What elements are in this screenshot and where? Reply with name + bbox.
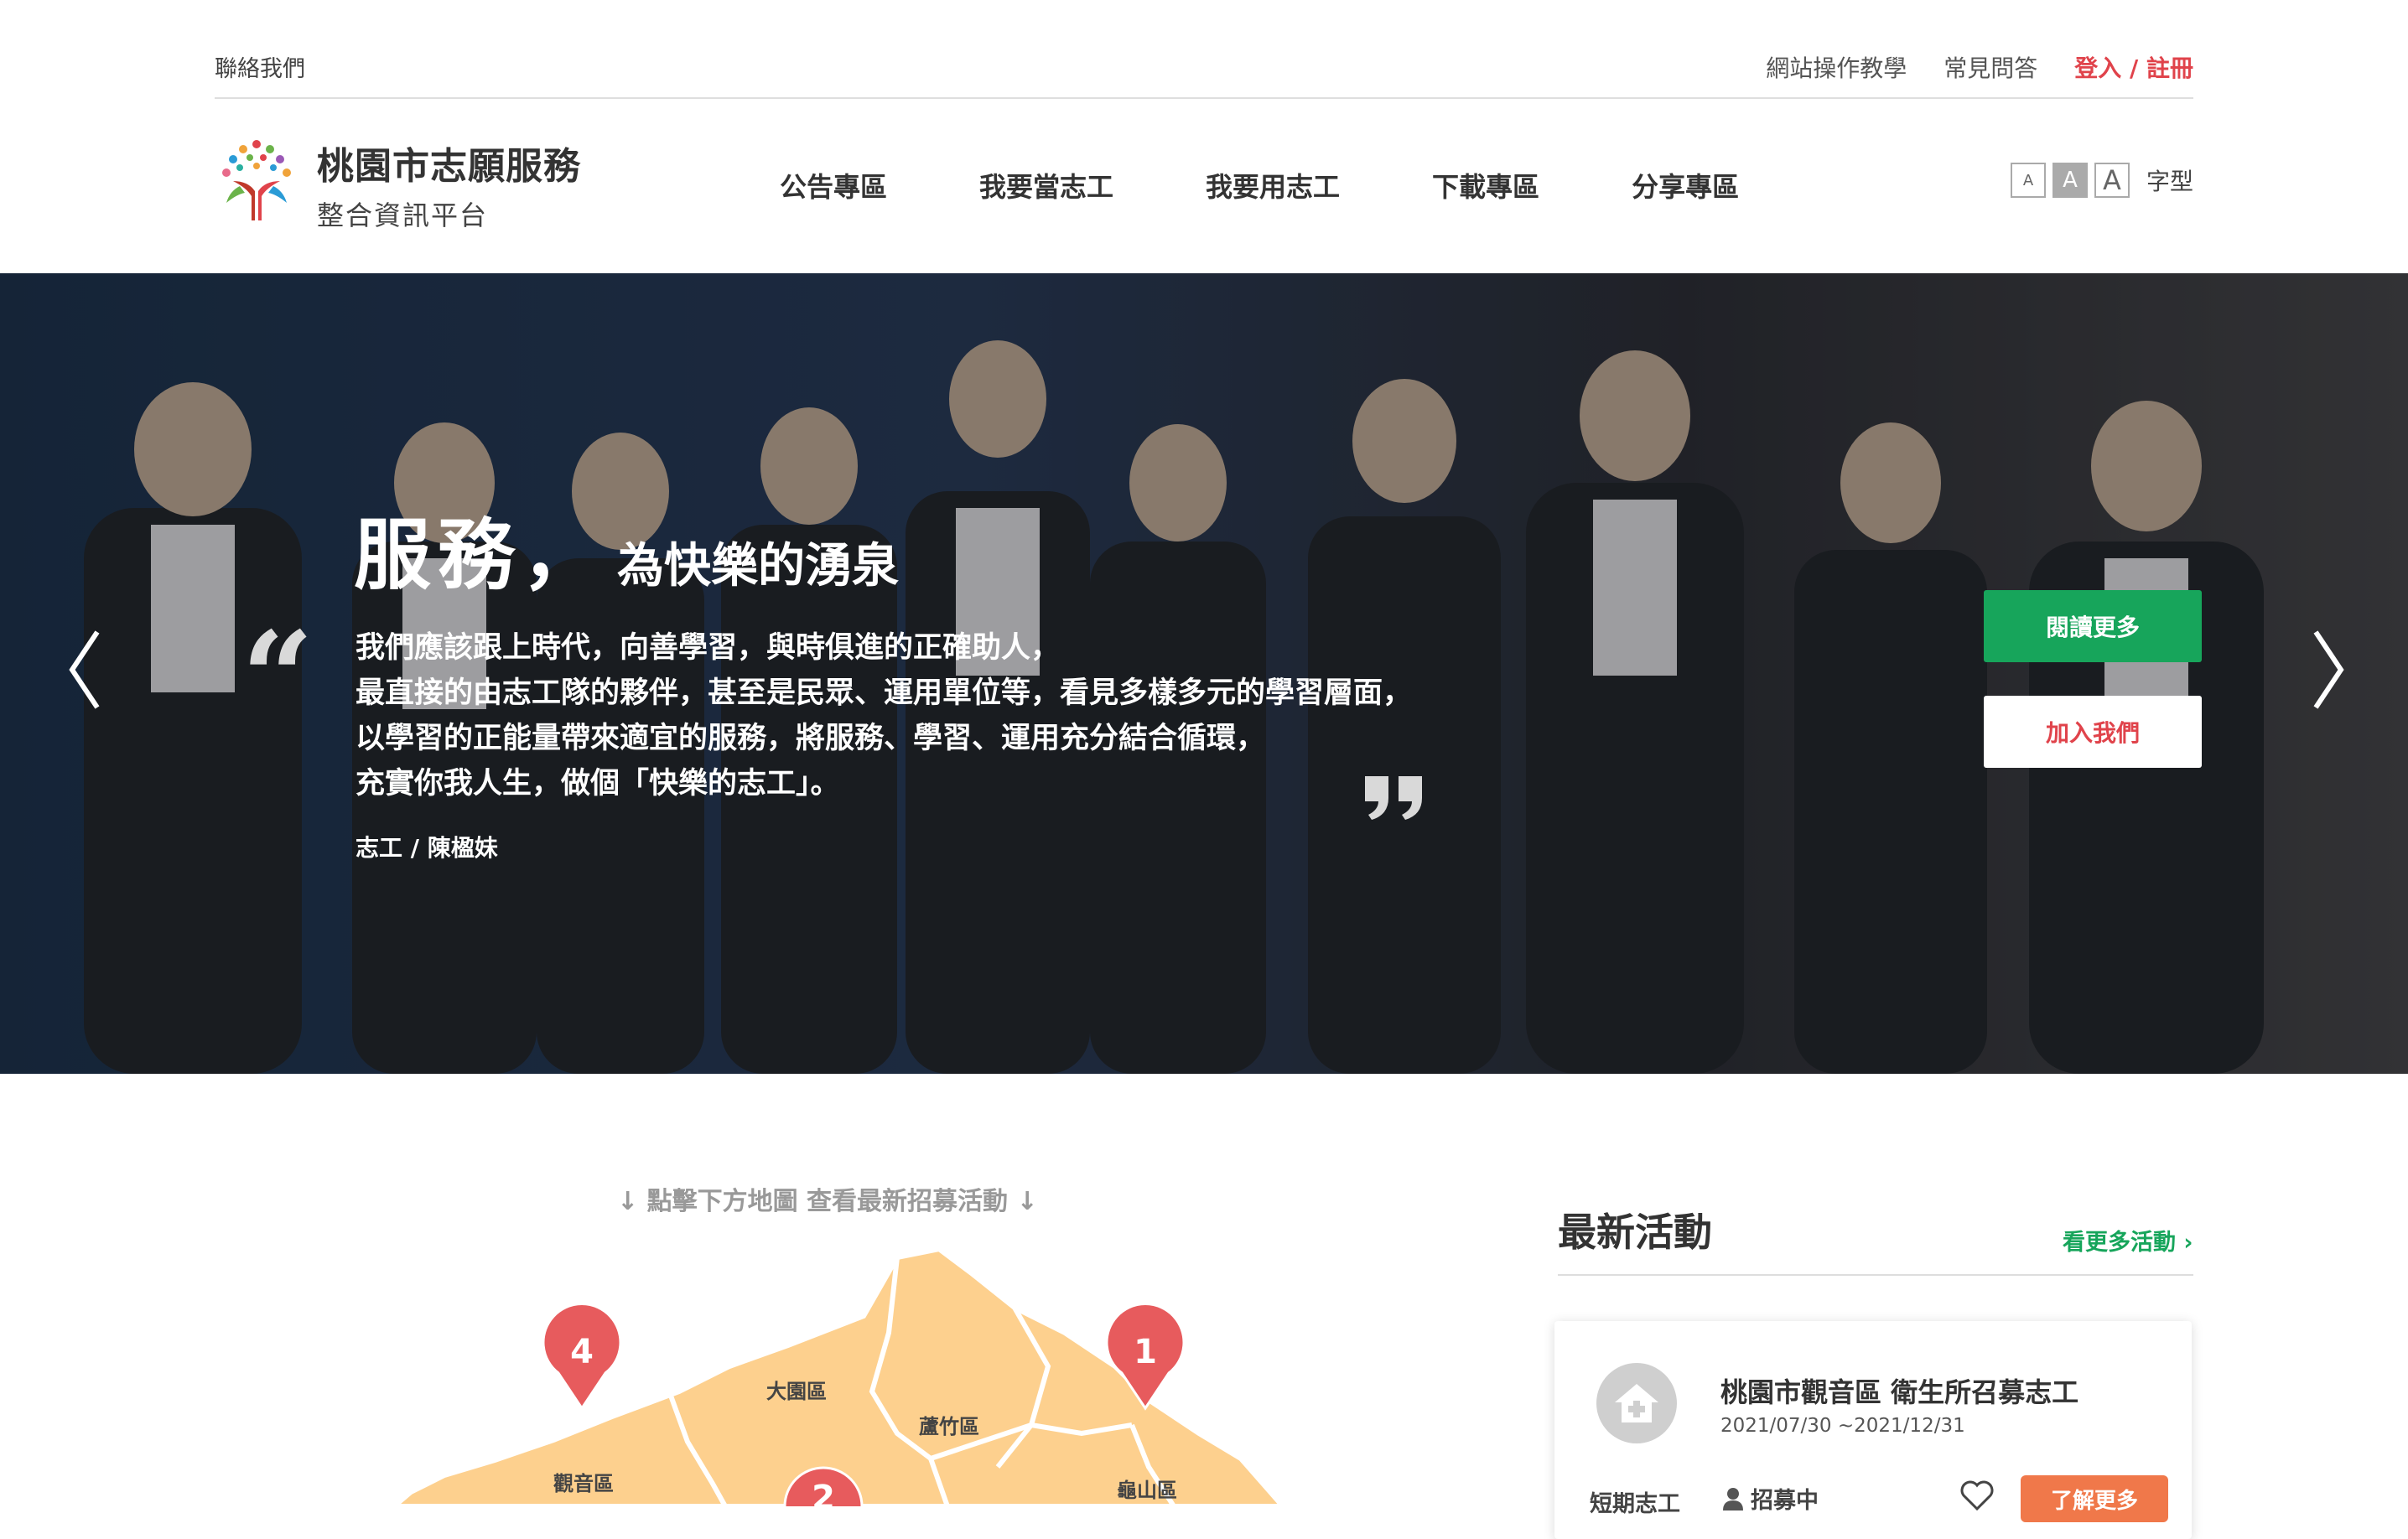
district-label-luzhu[interactable]: 蘆竹區 <box>919 1415 979 1438</box>
map-pin-guanyin[interactable]: 4 <box>542 1264 622 1411</box>
read-more-button[interactable]: 閱讀更多 <box>1984 590 2202 662</box>
tutorial-link[interactable]: 網站操作教學 <box>1766 50 1907 84</box>
map-hint: ↓ 點擊下方地圖 查看最新招募活動 ↓ <box>617 1187 1038 1216</box>
divider <box>1558 1274 2193 1276</box>
contact-link[interactable]: 聯絡我們 <box>215 50 305 83</box>
font-size-switcher: A A A 字型 <box>2010 163 2193 198</box>
main-nav: 公告專區 我要當志工 我要用志工 下載專區 分享專區 <box>780 166 1831 205</box>
pin-count: 4 <box>570 1333 594 1371</box>
pin-count: 2 <box>812 1479 835 1506</box>
nav-item-use-volunteer[interactable]: 我要用志工 <box>1206 166 1340 205</box>
nav-item-downloads[interactable]: 下載專區 <box>1432 166 1539 205</box>
hero-quote: 我們應該跟上時代，向善學習，與時俱進的正確助人， 最直接的由志工隊的夥伴，甚至是… <box>355 625 1412 806</box>
top-links: 網站操作教學 常見問答 登入 / 註冊 <box>1766 50 2193 84</box>
taoyuan-district-map[interactable]: 大園區 蘆竹區 觀音區 龜山區 4 1 2 <box>394 1241 1283 1506</box>
district-label-guishan[interactable]: 龜山區 <box>1117 1479 1177 1502</box>
carousel-prev-arrow-icon[interactable] <box>60 624 111 716</box>
brand-subtitle: 整合資訊平台 <box>317 200 489 231</box>
latest-activities-title: 最新活動 <box>1558 1210 1712 1255</box>
font-size-medium-button[interactable]: A <box>2052 163 2088 198</box>
login-register-link[interactable]: 登入 / 註冊 <box>2074 50 2193 84</box>
faq-link[interactable]: 常見問答 <box>1944 50 2037 84</box>
activity-card[interactable]: 桃園市觀音區 衛生所召募志工 2021/07/30 ~2021/12/31 短期… <box>1554 1321 2192 1539</box>
hero-author: 志工 / 陳楹妹 <box>355 834 498 862</box>
activity-status-label: 招募中 <box>1751 1488 1819 1514</box>
clinic-avatar <box>1596 1363 1677 1443</box>
font-size-small-button[interactable]: A <box>2010 163 2046 198</box>
site-header: 桃園市志願服務 整合資訊平台 公告專區 我要當志工 我要用志工 下載專區 分享專… <box>215 99 2193 273</box>
font-size-label: 字型 <box>2146 168 2193 195</box>
nav-item-share[interactable]: 分享專區 <box>1632 166 1739 205</box>
pin-count: 1 <box>1134 1333 1157 1371</box>
hero-headline: 服務， 為快樂的湧泉 <box>354 493 899 604</box>
font-size-large-button[interactable]: A <box>2094 163 2130 198</box>
district-label-dayuan[interactable]: 大園區 <box>766 1380 827 1403</box>
activity-status: 招募中 <box>1722 1482 1819 1515</box>
nav-item-become-volunteer[interactable]: 我要當志工 <box>979 166 1113 205</box>
join-us-button[interactable]: 加入我們 <box>1984 696 2202 768</box>
activity-title[interactable]: 桃園市觀音區 衛生所召募志工 <box>1720 1371 2078 1410</box>
person-icon <box>1723 1487 1743 1510</box>
top-utility-bar: 聯絡我們 網站操作教學 常見問答 登入 / 註冊 <box>215 0 2193 99</box>
carousel-next-arrow-icon[interactable] <box>2302 624 2353 716</box>
hero-headline-small: 為快樂的湧泉 <box>617 539 900 593</box>
brand[interactable]: 桃園市志願服務 整合資訊平台 <box>317 136 581 233</box>
nav-item-announcements[interactable]: 公告專區 <box>780 166 887 205</box>
quote-line: 充實你我人生，做個「快樂的志工」。 <box>355 767 840 801</box>
learn-more-button[interactable]: 了解更多 <box>2021 1475 2168 1522</box>
district-label-guanyin[interactable]: 觀音區 <box>553 1472 614 1495</box>
quote-line: 以學習的正能量帶來適宜的服務，將服務、學習、運用充分結合循環， <box>355 722 1266 755</box>
brand-title: 桃園市志願服務 <box>317 145 581 188</box>
tree-logo-icon[interactable] <box>215 132 298 225</box>
house-plus-icon <box>1615 1384 1658 1422</box>
open-quote-icon: “ <box>241 604 314 752</box>
close-quote-icon <box>1365 776 1422 820</box>
hero-headline-big: 服務， <box>354 510 606 600</box>
favorite-heart-icon[interactable] <box>1959 1477 1995 1514</box>
hero-banner: 服務， 為快樂的湧泉 “ 我們應該跟上時代，向善學習，與時俱進的正確助人， 最直接… <box>0 273 2408 1074</box>
quote-line: 我們應該跟上時代，向善學習，與時俱進的正確助人， <box>355 631 1061 665</box>
activity-type: 短期志工 <box>1590 1491 1680 1517</box>
quote-line: 最直接的由志工隊的夥伴，甚至是民眾、運用單位等，看見多樣多元的學習層面， <box>355 676 1413 710</box>
activity-date: 2021/07/30 ~2021/12/31 <box>1720 1415 1965 1437</box>
more-activities-link[interactable]: 看更多活動 › <box>2063 1224 2193 1257</box>
